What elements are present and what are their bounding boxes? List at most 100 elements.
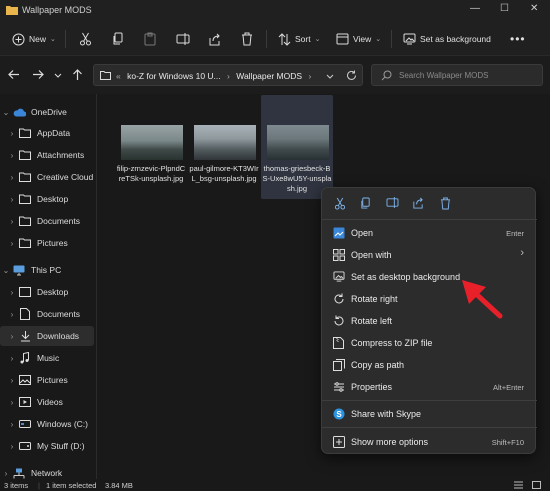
sidebar-item-label: Documents xyxy=(37,216,80,226)
chevron-right-icon: › xyxy=(520,247,524,259)
sidebar-item-pc-pictures[interactable]: › Pictures xyxy=(0,370,94,390)
selection-info: 1 item selected xyxy=(46,481,97,490)
chevron-right-icon[interactable]: › xyxy=(6,310,18,319)
cloud-icon xyxy=(12,106,26,118)
forward-arrow-icon[interactable] xyxy=(32,69,44,82)
sidebar-item-pictures[interactable]: › Pictures xyxy=(0,233,94,253)
menu-item-compress-zip[interactable]: Compress to ZIP file xyxy=(326,333,532,353)
cut-button[interactable] xyxy=(79,30,92,48)
chevron-right-icon[interactable]: › xyxy=(6,239,18,248)
share-icon xyxy=(208,33,221,46)
back-arrow-icon[interactable] xyxy=(8,69,20,82)
sidebar-item-downloads[interactable]: › Downloads xyxy=(0,326,94,346)
new-button[interactable]: New ⌄ xyxy=(12,30,56,48)
chevron-right-icon[interactable]: › xyxy=(6,217,18,226)
rename-button[interactable] xyxy=(176,30,190,48)
file-item-selected[interactable]: thomas-griesbeck-BS-Uxe8wU5Y-unsplash.jp… xyxy=(261,95,333,199)
recent-chevron-icon[interactable] xyxy=(54,71,62,81)
close-icon[interactable]: ✕ xyxy=(530,3,538,14)
chevron-right-icon[interactable]: › xyxy=(0,469,12,478)
sidebar-item-creative-cloud[interactable]: › Creative Cloud xyxy=(0,167,94,187)
sidebar-item-videos[interactable]: › Videos xyxy=(0,392,94,412)
sort-label: Sort xyxy=(295,34,311,44)
refresh-icon[interactable] xyxy=(346,70,357,83)
menu-item-properties[interactable]: Properties Alt+Enter xyxy=(326,377,532,397)
chevron-right-icon[interactable]: › xyxy=(6,376,18,385)
chevron-right-icon[interactable]: › xyxy=(6,288,18,297)
scissors-icon[interactable] xyxy=(334,197,346,212)
menu-item-show-more-options[interactable]: Show more options Shift+F10 xyxy=(326,432,532,452)
file-item[interactable]: filip-zrnzevic-PlpndCreTSk-unsplash.jpg xyxy=(115,95,187,199)
sidebar-item-pc-desktop[interactable]: › Desktop xyxy=(0,282,94,302)
search-input[interactable]: Search Wallpaper MODS xyxy=(371,64,543,86)
file-item[interactable]: paul-gilmore-KT3WIrL_bsg-unsplash.jpg xyxy=(188,95,260,199)
delete-button[interactable] xyxy=(241,30,253,48)
item-count: 3 items xyxy=(4,481,29,490)
paste-button[interactable] xyxy=(144,30,156,48)
chevron-right-icon[interactable]: › xyxy=(6,129,18,138)
navigation-pane: ⌄ OneDrive › AppData › Attachments › Cre… xyxy=(0,100,96,482)
breadcrumb: « ko-Z for Windows 10 U... › Wallpaper M… xyxy=(116,71,315,81)
maximize-icon[interactable]: ☐ xyxy=(500,3,509,14)
details-view-icon[interactable] xyxy=(514,481,523,491)
wallpaper-icon xyxy=(403,33,416,45)
menu-item-shortcut: Shift+F10 xyxy=(491,438,524,447)
address-dropdown-icon[interactable] xyxy=(326,72,334,82)
sidebar-item-appdata[interactable]: › AppData xyxy=(0,123,94,143)
search-icon xyxy=(381,70,392,83)
trash-icon[interactable] xyxy=(440,197,451,212)
download-icon xyxy=(18,330,32,342)
share-button[interactable] xyxy=(208,30,221,48)
chevron-right-icon[interactable]: › xyxy=(6,173,18,182)
sidebar-item-music[interactable]: › Music xyxy=(0,348,94,368)
rename-icon[interactable] xyxy=(386,197,399,210)
menu-item-label: Set as desktop background xyxy=(351,272,461,282)
up-arrow-icon[interactable] xyxy=(72,69,83,83)
view-button[interactable]: View ⌄ xyxy=(336,30,381,48)
sidebar-item-drive-c[interactable]: › Windows (C:) xyxy=(0,414,94,434)
chevron-right-icon[interactable]: › xyxy=(6,354,18,363)
sidebar-item-onedrive[interactable]: ⌄ OneDrive xyxy=(0,102,94,122)
minimize-icon[interactable]: — xyxy=(470,3,480,14)
menu-item-open[interactable]: Open Enter xyxy=(326,223,532,243)
chevron-right-icon[interactable]: › xyxy=(6,442,18,451)
properties-icon xyxy=(333,381,345,393)
sidebar-item-desktop[interactable]: › Desktop xyxy=(0,189,94,209)
share-icon[interactable] xyxy=(412,197,424,211)
sort-button[interactable]: Sort ⌄ xyxy=(278,30,320,48)
sidebar-item-label: My Stuff (D:) xyxy=(37,441,85,451)
chevron-down-icon[interactable]: ⌄ xyxy=(0,266,12,275)
sidebar-item-label: Desktop xyxy=(37,287,69,297)
address-bar[interactable]: « ko-Z for Windows 10 U... › Wallpaper M… xyxy=(93,64,363,86)
breadcrumb-item[interactable]: Wallpaper MODS xyxy=(236,71,302,81)
folder-icon xyxy=(18,215,32,227)
chevron-right-icon[interactable]: › xyxy=(6,151,18,160)
sidebar-item-pc-documents[interactable]: › Documents xyxy=(0,304,94,324)
view-label: View xyxy=(353,34,372,44)
sidebar-item-label: Downloads xyxy=(37,331,80,341)
sort-icon xyxy=(278,32,291,46)
chevron-right-icon[interactable]: › xyxy=(6,420,18,429)
menu-item-open-with[interactable]: Open with › xyxy=(326,245,532,265)
breadcrumb-item[interactable]: ko-Z for Windows 10 U... xyxy=(127,71,221,81)
set-as-background-button[interactable]: Set as background xyxy=(403,30,491,48)
menu-item-copy-as-path[interactable]: Copy as path xyxy=(326,355,532,375)
breadcrumb-overflow[interactable]: « xyxy=(116,71,121,81)
sidebar-item-documents[interactable]: › Documents xyxy=(0,211,94,231)
chevron-right-icon[interactable]: › xyxy=(6,398,18,407)
tiles-view-icon[interactable] xyxy=(532,481,541,491)
menu-item-share-with-skype[interactable]: S Share with Skype xyxy=(326,404,532,424)
sidebar-item-this-pc[interactable]: ⌄ This PC xyxy=(0,260,94,280)
sidebar-item-attachments[interactable]: › Attachments xyxy=(0,145,94,165)
chevron-down-icon[interactable]: ⌄ xyxy=(0,108,12,117)
copy-button[interactable] xyxy=(112,30,124,48)
selection-size: 3.84 MB xyxy=(105,481,133,490)
menu-separator xyxy=(322,219,537,220)
sidebar-item-drive-d[interactable]: › My Stuff (D:) xyxy=(0,436,94,456)
copy-path-icon xyxy=(333,359,345,371)
copy-icon[interactable] xyxy=(360,197,371,212)
monitor-icon xyxy=(12,264,26,276)
more-options-icon[interactable]: ••• xyxy=(510,30,526,48)
chevron-right-icon[interactable]: › xyxy=(6,195,18,204)
chevron-right-icon[interactable]: › xyxy=(6,332,18,341)
